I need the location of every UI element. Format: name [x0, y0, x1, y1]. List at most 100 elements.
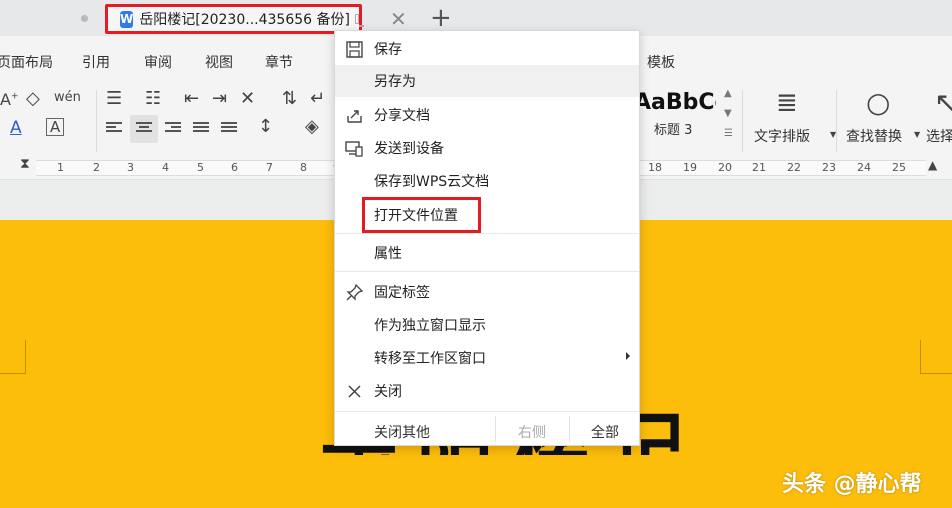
menu-save-to-wps-cloud[interactable]: 保存到WPS云文档 [335, 165, 639, 197]
ruler-number: 20 [718, 161, 732, 174]
font-color-icon[interactable]: A [10, 118, 22, 138]
style-scroll-up-icon[interactable]: ▲ [724, 88, 732, 99]
style-expand-icon[interactable]: ☰ [724, 128, 733, 139]
find-replace-button[interactable]: 查找替换 [846, 126, 902, 146]
align-left-icon[interactable] [106, 122, 122, 136]
menu-view[interactable]: 视图 [205, 52, 233, 72]
bullet-list-icon[interactable]: ☰ [106, 88, 122, 109]
menu-separator [335, 271, 639, 272]
decrease-indent-icon[interactable]: ⇤ [184, 88, 199, 109]
char-border-icon[interactable]: A [46, 118, 65, 136]
menu-divider [495, 416, 496, 442]
tab-dot[interactable] [81, 15, 88, 22]
menu-save-as[interactable]: 另存为 [335, 65, 639, 97]
document-tab[interactable]: W 岳阳楼记[20230...435656 备份] [105, 4, 365, 34]
shading-icon[interactable]: ◈ [305, 116, 319, 137]
pinyin-icon[interactable]: wén [54, 90, 81, 105]
align-right-icon[interactable] [165, 122, 181, 136]
save-icon [345, 40, 363, 58]
ribbon-separator [96, 90, 97, 152]
chevron-down-icon[interactable]: ▼ [914, 130, 920, 139]
submenu-arrow-icon [626, 352, 630, 360]
device-icon [345, 139, 363, 157]
menu-divider [569, 416, 570, 442]
menu-send-to-device[interactable]: 发送到设备 [335, 132, 639, 164]
ruler-number: 23 [822, 161, 836, 174]
menu-label: 分享文档 [374, 108, 430, 124]
tab-title: 岳阳楼记[20230...435656 备份] [139, 12, 350, 28]
menu-page-layout[interactable]: 页面布局 [0, 52, 53, 72]
ruler-number: 5 [197, 161, 204, 174]
ruler-number: 1 [57, 161, 64, 174]
crop-mark [920, 340, 952, 374]
ruler-number: 8 [300, 161, 307, 174]
style-heading-3[interactable]: AaBbCc 标题 3 [634, 90, 722, 146]
close-icon [345, 382, 363, 400]
menu-review[interactable]: 审阅 [144, 52, 172, 72]
menu-share-document[interactable]: 分享文档 [335, 99, 639, 131]
ruler-number: 24 [857, 161, 871, 174]
menu-chapter[interactable]: 章节 [265, 52, 293, 72]
pin-icon [345, 283, 363, 301]
justify-icon[interactable] [193, 122, 209, 136]
ruler-number: 2 [93, 161, 100, 174]
monitor-icon[interactable] [354, 14, 365, 27]
watermark: 头条 @静心帮 [782, 472, 922, 497]
close-others-button[interactable]: 关闭其他 [374, 422, 430, 442]
close-all-button[interactable]: 全部 [591, 422, 619, 442]
menu-label: 关闭 [374, 384, 402, 400]
menu-references[interactable]: 引用 [82, 52, 110, 72]
text-layout-icon[interactable]: ≣ [776, 88, 798, 118]
magnifier-icon[interactable]: ○ [866, 86, 890, 119]
text-direction-icon[interactable]: ✕ [240, 88, 255, 109]
crop-mark [0, 340, 26, 374]
ruler-number: 3 [127, 161, 134, 174]
menu-pin-tab[interactable]: 固定标签 [335, 276, 639, 308]
tab-context-menu: 保存 另存为 分享文档 发送到设备 保存到WPS云文档 打开文件位置 属性 固定… [334, 30, 640, 446]
eraser-icon[interactable]: ◇ [26, 88, 40, 109]
select-button[interactable]: 选择 [926, 126, 952, 146]
text-layout-button[interactable]: 文字排版 [754, 126, 810, 146]
menu-label: 转移至工作区窗口 [374, 351, 486, 367]
menu-separator [335, 233, 639, 234]
style-label: 标题 3 [654, 123, 693, 138]
menu-label: 固定标签 [374, 285, 430, 301]
font-size-icon[interactable]: A+ [0, 90, 19, 109]
right-indent-icon[interactable]: ▲ [928, 158, 937, 172]
menu-label: 属性 [374, 246, 402, 262]
menu-close[interactable]: 关闭 [335, 375, 639, 407]
highlight-annotation [362, 197, 481, 233]
ruler-number: 25 [892, 161, 906, 174]
increase-indent-icon[interactable]: ⇥ [212, 88, 227, 109]
style-scroll-down-icon[interactable]: ▼ [724, 108, 732, 119]
menu-label: 发送到设备 [374, 141, 444, 157]
menu-label: 作为独立窗口显示 [374, 318, 486, 334]
menu-properties[interactable]: 属性 [335, 237, 639, 269]
return-icon[interactable]: ↵ [310, 88, 325, 109]
indent-marker-icon[interactable]: ⧗ [20, 156, 30, 172]
ruler-number: 21 [752, 161, 766, 174]
ruler-number: 7 [266, 161, 273, 174]
share-icon [345, 106, 363, 124]
add-tab-icon[interactable]: + [430, 3, 452, 33]
menu-show-as-window[interactable]: 作为独立窗口显示 [335, 309, 639, 341]
align-center-icon[interactable] [136, 122, 152, 136]
ruler-number: 4 [162, 161, 169, 174]
menu-move-to-workspace[interactable]: 转移至工作区窗口 [335, 342, 639, 374]
menu-label: 保存 [374, 42, 402, 58]
menu-save[interactable]: 保存 [335, 33, 639, 65]
style-preview: AaBbCc [634, 90, 716, 115]
close-right-button: 右侧 [518, 425, 546, 441]
numbered-list-icon[interactable]: ☷ [145, 88, 161, 109]
wps-writer-icon: W [120, 10, 134, 28]
select-cursor-icon[interactable]: ↖ [934, 86, 952, 119]
distributed-icon[interactable] [221, 122, 237, 136]
tab-close-icon[interactable]: ✕ [390, 7, 407, 31]
ruler-number: 6 [231, 161, 238, 174]
ruler-number: 18 [648, 161, 662, 174]
line-spacing-icon[interactable]: ↕ [258, 116, 273, 137]
menu-close-row: 关闭其他 右侧 全部 [335, 411, 639, 445]
ribbon-separator [836, 90, 837, 152]
sort-icon[interactable]: ⇅ [282, 88, 297, 109]
menu-template[interactable]: 模板 [647, 52, 675, 72]
